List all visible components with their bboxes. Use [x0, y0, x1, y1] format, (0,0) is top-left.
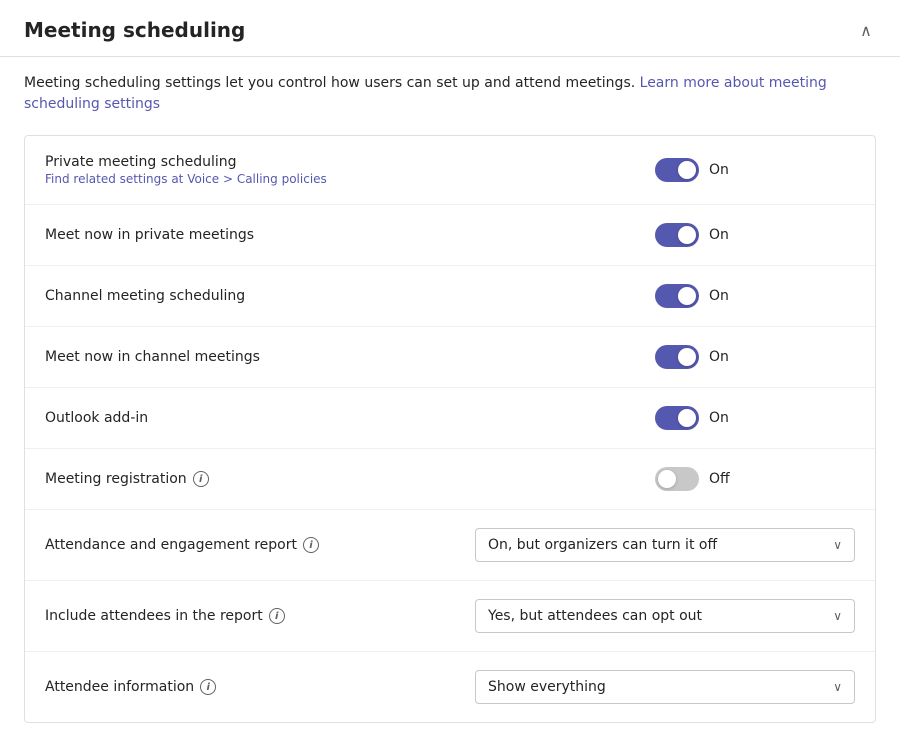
toggle-meet-now-channel[interactable]: [655, 345, 699, 369]
toggle-thumb-channel-meeting-scheduling: [678, 287, 696, 305]
setting-row-outlook-addin: Outlook add-in On: [25, 388, 875, 449]
setting-control-channel-meeting-scheduling: On: [655, 284, 855, 308]
toggle-outlook-addin[interactable]: [655, 406, 699, 430]
setting-row-meet-now-channel: Meet now in channel meetings On: [25, 327, 875, 388]
setting-control-attendee-information: Show everything ∨: [475, 670, 855, 704]
info-icon-attendee-information[interactable]: i: [200, 679, 216, 695]
setting-row-attendance-engagement-report: Attendance and engagement report i On, but…: [25, 510, 875, 581]
toggle-label-channel-meeting-scheduling: On: [709, 288, 729, 304]
setting-control-meeting-registration: Off: [655, 467, 855, 491]
toggle-label-outlook-addin: On: [709, 410, 729, 426]
setting-control-include-attendees-report: Yes, but attendees can opt out ∨: [475, 599, 855, 633]
setting-row-meeting-registration: Meeting registration i Off: [25, 449, 875, 510]
setting-label-channel-meeting-scheduling: Channel meeting scheduling: [45, 288, 245, 304]
dropdown-attendance-engagement-report[interactable]: On, but organizers can turn it off ∨: [475, 528, 855, 562]
setting-text-channel-meeting-scheduling: Channel meeting scheduling: [45, 288, 245, 304]
setting-control-outlook-addin: On: [655, 406, 855, 430]
toggle-thumb-private-meeting-scheduling: [678, 161, 696, 179]
toggle-label-private-meeting-scheduling: On: [709, 162, 729, 178]
settings-card: Private meeting scheduling Find related s…: [24, 135, 876, 723]
dropdown-attendee-information[interactable]: Show everything ∨: [475, 670, 855, 704]
dropdown-include-attendees-report[interactable]: Yes, but attendees can opt out ∨: [475, 599, 855, 633]
description-text: Meeting scheduling settings let you cont…: [24, 75, 640, 91]
setting-text-meet-now-private: Meet now in private meetings: [45, 227, 254, 243]
toggle-private-meeting-scheduling[interactable]: [655, 158, 699, 182]
toggle-thumb-meet-now-private: [678, 226, 696, 244]
setting-control-private-meeting-scheduling: On: [655, 158, 855, 182]
setting-text-meeting-registration: Meeting registration: [45, 471, 187, 487]
panel-description: Meeting scheduling settings let you cont…: [0, 57, 900, 135]
setting-label-attendee-information: Attendee information i: [45, 679, 216, 695]
setting-label-private-meeting-scheduling: Private meeting scheduling Find related s…: [45, 154, 327, 186]
setting-label-meet-now-channel: Meet now in channel meetings: [45, 349, 260, 365]
setting-row-attendee-information: Attendee information i Show everything ∨: [25, 652, 875, 722]
collapse-button[interactable]: ∧: [856, 20, 876, 40]
setting-text-attendance-engagement-report: Attendance and engagement report: [45, 537, 297, 553]
info-icon-meeting-registration[interactable]: i: [193, 471, 209, 487]
setting-label-include-attendees-report: Include attendees in the report i: [45, 608, 285, 624]
dropdown-chevron-attendance-engagement-report: ∨: [833, 538, 842, 552]
toggle-label-meet-now-private: On: [709, 227, 729, 243]
setting-text-meet-now-channel: Meet now in channel meetings: [45, 349, 260, 365]
setting-row-channel-meeting-scheduling: Channel meeting scheduling On: [25, 266, 875, 327]
toggle-meet-now-private[interactable]: [655, 223, 699, 247]
setting-label-meeting-registration: Meeting registration i: [45, 471, 209, 487]
toggle-thumb-meet-now-channel: [678, 348, 696, 366]
dropdown-value-attendee-information: Show everything: [488, 679, 606, 695]
setting-control-meet-now-channel: On: [655, 345, 855, 369]
toggle-track-outlook-addin: [655, 406, 699, 430]
setting-label-meet-now-private: Meet now in private meetings: [45, 227, 254, 243]
setting-control-meet-now-private: On: [655, 223, 855, 247]
toggle-thumb-meeting-registration: [658, 470, 676, 488]
info-icon-attendance-engagement-report[interactable]: i: [303, 537, 319, 553]
setting-row-meet-now-private: Meet now in private meetings On: [25, 205, 875, 266]
toggle-track-meet-now-channel: [655, 345, 699, 369]
panel-header: Meeting scheduling ∧: [0, 0, 900, 57]
setting-label-attendance-engagement-report: Attendance and engagement report i: [45, 537, 319, 553]
toggle-track-private-meeting-scheduling: [655, 158, 699, 182]
toggle-track-channel-meeting-scheduling: [655, 284, 699, 308]
toggle-track-meet-now-private: [655, 223, 699, 247]
toggle-track-meeting-registration: [655, 467, 699, 491]
toggle-meeting-registration[interactable]: [655, 467, 699, 491]
panel-title: Meeting scheduling: [24, 18, 245, 42]
setting-text-include-attendees-report: Include attendees in the report: [45, 608, 263, 624]
setting-sublabel-private-meeting-scheduling: Find related settings at Voice > Calling…: [45, 172, 327, 186]
toggle-label-meet-now-channel: On: [709, 349, 729, 365]
dropdown-value-attendance-engagement-report: On, but organizers can turn it off: [488, 537, 717, 553]
setting-text-outlook-addin: Outlook add-in: [45, 410, 148, 426]
info-icon-include-attendees-report[interactable]: i: [269, 608, 285, 624]
setting-text-private-meeting-scheduling: Private meeting scheduling: [45, 154, 327, 170]
setting-label-outlook-addin: Outlook add-in: [45, 410, 148, 426]
toggle-label-meeting-registration: Off: [709, 471, 730, 487]
setting-row-include-attendees-report: Include attendees in the report i Yes, but…: [25, 581, 875, 652]
dropdown-value-include-attendees-report: Yes, but attendees can opt out: [488, 608, 702, 624]
setting-row-private-meeting-scheduling: Private meeting scheduling Find related s…: [25, 136, 875, 205]
dropdown-chevron-include-attendees-report: ∨: [833, 609, 842, 623]
setting-text-attendee-information: Attendee information: [45, 679, 194, 695]
meeting-scheduling-panel: Meeting scheduling ∧ Meeting scheduling …: [0, 0, 900, 723]
toggle-channel-meeting-scheduling[interactable]: [655, 284, 699, 308]
setting-control-attendance-engagement-report: On, but organizers can turn it off ∨: [475, 528, 855, 562]
dropdown-chevron-attendee-information: ∨: [833, 680, 842, 694]
toggle-thumb-outlook-addin: [678, 409, 696, 427]
